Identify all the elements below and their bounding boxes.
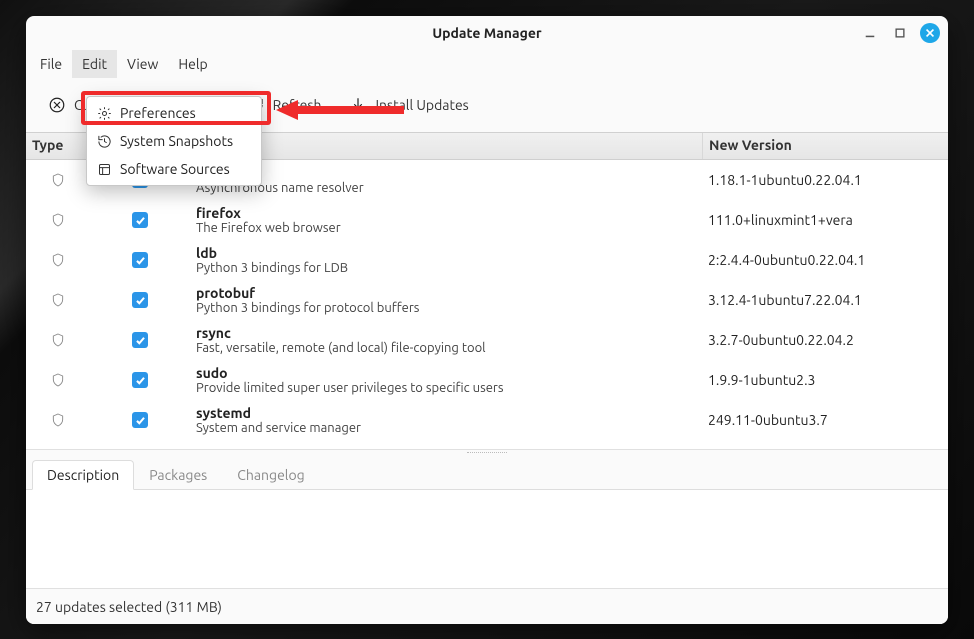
update-checkbox[interactable] xyxy=(90,252,190,268)
updates-list[interactable]: c-aresAsynchronous name resolver1.18.1-1… xyxy=(26,160,948,450)
package-name: c-ares xyxy=(196,165,696,181)
shield-icon xyxy=(26,371,90,389)
new-version-cell: 2:2.4.4-0ubuntu0.22.04.1 xyxy=(702,252,948,268)
menu-sources-label: Software Sources xyxy=(120,161,230,177)
update-checkbox[interactable] xyxy=(90,292,190,308)
update-name-cell: c-aresAsynchronous name resolver xyxy=(190,165,702,195)
col-new-version[interactable]: New Version xyxy=(702,133,948,159)
shield-icon xyxy=(26,411,90,429)
package-desc: System and service manager xyxy=(196,421,696,435)
update-checkbox[interactable] xyxy=(90,372,190,388)
install-updates-button[interactable]: Install Updates xyxy=(349,96,468,114)
package-desc: Python 3 bindings for LDB xyxy=(196,261,696,275)
package-desc: Asynchronous name resolver xyxy=(196,181,696,195)
package-desc: Python 3 bindings for protocol buffers xyxy=(196,301,696,315)
package-name: ldb xyxy=(196,245,696,261)
update-row[interactable]: rsyncFast, versatile, remote (and local)… xyxy=(26,320,948,360)
shield-icon xyxy=(26,251,90,269)
update-name-cell: ldbPython 3 bindings for LDB xyxy=(190,245,702,275)
window-title: Update Manager xyxy=(432,25,541,41)
menu-preferences-label: Preferences xyxy=(120,105,196,121)
shield-icon xyxy=(26,331,90,349)
tab-packages[interactable]: Packages xyxy=(134,460,222,489)
package-desc: Fast, versatile, remote (and local) file… xyxy=(196,341,696,355)
package-name: systemd xyxy=(196,405,696,421)
menu-help[interactable]: Help xyxy=(168,50,217,78)
shield-icon xyxy=(26,171,90,189)
update-row[interactable]: protobufPython 3 bindings for protocol b… xyxy=(26,280,948,320)
tab-description[interactable]: Description xyxy=(32,460,134,490)
update-row[interactable]: systemdSystem and service manager249.11-… xyxy=(26,400,948,440)
window-controls xyxy=(860,23,940,43)
update-row[interactable]: ldbPython 3 bindings for LDB2:2.4.4-0ubu… xyxy=(26,240,948,280)
tab-changelog[interactable]: Changelog xyxy=(222,460,319,489)
menu-file[interactable]: File xyxy=(30,50,72,78)
menubar: File Edit View Help xyxy=(26,50,948,78)
update-name-cell: protobufPython 3 bindings for protocol b… xyxy=(190,285,702,315)
package-desc: The Firefox web browser xyxy=(196,221,696,235)
menu-edit[interactable]: Edit xyxy=(72,50,117,78)
update-row[interactable]: firefoxThe Firefox web browser111.0+linu… xyxy=(26,200,948,240)
update-name-cell: rsyncFast, versatile, remote (and local)… xyxy=(190,325,702,355)
new-version-cell: 1.9.9-1ubuntu2.3 xyxy=(702,372,948,388)
update-name-cell: firefoxThe Firefox web browser xyxy=(190,205,702,235)
titlebar: Update Manager xyxy=(26,16,948,50)
update-checkbox[interactable] xyxy=(90,212,190,228)
shield-icon xyxy=(26,291,90,309)
close-button[interactable] xyxy=(920,23,940,43)
package-name: protobuf xyxy=(196,285,696,301)
update-name-cell: systemdSystem and service manager xyxy=(190,405,702,435)
update-checkbox[interactable] xyxy=(90,412,190,428)
update-row[interactable]: sudoProvide limited super user privilege… xyxy=(26,360,948,400)
menu-view[interactable]: View xyxy=(117,50,168,78)
gear-icon xyxy=(97,106,112,121)
new-version-cell: 3.2.7-0ubuntu0.22.04.2 xyxy=(702,332,948,348)
clear-icon xyxy=(48,96,66,114)
shield-icon xyxy=(26,211,90,229)
menu-snapshots-label: System Snapshots xyxy=(120,133,233,149)
minimize-button[interactable] xyxy=(860,23,880,43)
status-text: 27 updates selected (311 MB) xyxy=(36,599,222,615)
status-bar: 27 updates selected (311 MB) xyxy=(26,588,948,624)
refresh-label: Refresh xyxy=(273,97,322,113)
col-type[interactable]: Type xyxy=(26,133,90,159)
new-version-cell: 1.18.1-1ubuntu0.22.04.1 xyxy=(702,172,948,188)
package-name: firefox xyxy=(196,205,696,221)
detail-tabs: Description Packages Changelog xyxy=(26,456,948,490)
update-manager-window: Update Manager File Edit View Help Clear… xyxy=(26,16,948,624)
new-version-cell: 3.12.4-1ubuntu7.22.04.1 xyxy=(702,292,948,308)
menu-system-snapshots[interactable]: System Snapshots xyxy=(87,127,261,155)
package-name: sudo xyxy=(196,365,696,381)
download-icon xyxy=(349,96,367,114)
sources-icon xyxy=(97,162,112,177)
install-label: Install Updates xyxy=(375,97,468,113)
col-name[interactable] xyxy=(190,133,702,159)
edit-menu-dropdown: Preferences System Snapshots Software So… xyxy=(86,96,262,186)
history-icon xyxy=(97,134,112,149)
tab-content xyxy=(26,490,948,588)
menu-software-sources[interactable]: Software Sources xyxy=(87,155,261,183)
menu-preferences[interactable]: Preferences xyxy=(87,99,261,127)
update-checkbox[interactable] xyxy=(90,332,190,348)
update-name-cell: sudoProvide limited super user privilege… xyxy=(190,365,702,395)
new-version-cell: 111.0+linuxmint1+vera xyxy=(702,212,948,228)
maximize-button[interactable] xyxy=(890,23,910,43)
new-version-cell: 249.11-0ubuntu3.7 xyxy=(702,412,948,428)
package-desc: Provide limited super user privileges to… xyxy=(196,381,696,395)
package-name: rsync xyxy=(196,325,696,341)
